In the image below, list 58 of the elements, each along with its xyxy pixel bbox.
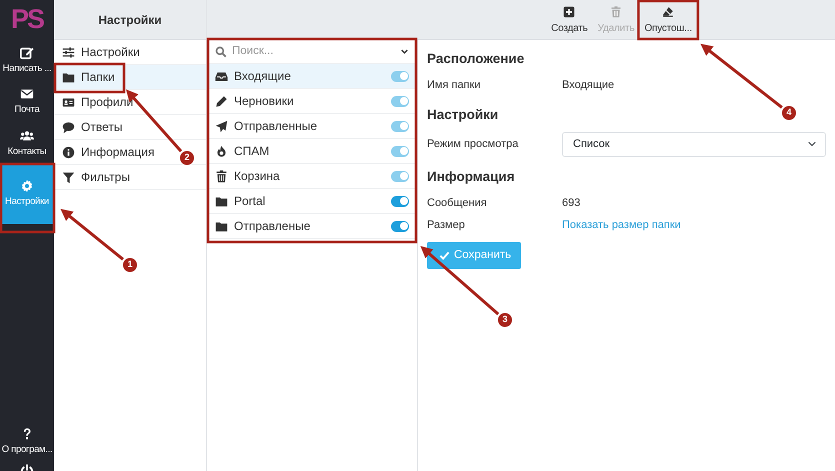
folder-name: Черновики [234,93,294,110]
panel-title: Настройки [54,0,206,40]
info-icon [62,146,75,158]
settings-icon [20,178,34,193]
folder-icon [62,70,75,84]
eraser-icon [662,6,674,18]
field-value: 693 [562,196,580,210]
filter-icon [62,170,75,184]
trash-icon [215,170,228,182]
users-icon [20,128,34,142]
step-number: 1 [122,257,138,273]
toolbar-button[interactable]: Создать [549,6,590,36]
inbox-icon [215,70,228,82]
highlight-frame [637,0,700,40]
field-label: Режим просмотра [427,136,520,152]
sidebar-item[interactable]: Написать ... [0,40,54,82]
folder-icon [215,194,228,208]
field-label: Сообщения [427,196,488,210]
caret-icon[interactable] [400,47,409,56]
highlight-frame [54,62,126,94]
paper-plane-icon [215,120,228,132]
folder-name: Отправленные [234,118,318,135]
check-icon [439,250,450,261]
id-card-icon [62,96,75,108]
sidebar-item[interactable]: О програм... [0,420,54,462]
folder-name: Входящие [234,68,291,85]
plus-icon [563,6,576,18]
folder-name: Корзина [234,168,280,185]
folder-icon [215,220,228,232]
field-value: Входящие [562,78,614,93]
folder-name: Portal [234,193,266,210]
view-mode-select[interactable]: Список [562,132,826,156]
sidebar-item[interactable]: Контакты [0,122,54,164]
pencil-icon [215,94,228,108]
speech-bubble-icon [62,120,75,134]
settings-menu-item[interactable]: Папки [54,65,206,90]
envelope-icon [20,87,34,102]
flame-icon [215,144,228,158]
toggle-switch[interactable] [391,220,409,232]
section-heading: Информация [427,168,515,186]
sidebar-item[interactable]: Почта [0,81,54,122]
compose-icon [20,46,34,60]
app-logo: PS [10,3,45,36]
annotation-arrow [60,208,124,261]
section-heading: Настройки [427,106,498,124]
highlight-frame [0,162,56,234]
field-label: Имя папки [427,78,482,93]
toolbar-button[interactable]: Опустош... [642,6,694,36]
step-number: 3 [497,312,513,328]
folder-name: Отправленые [234,218,310,235]
search-icon [215,46,227,58]
trash-icon [610,6,622,18]
toggle-switch[interactable] [391,196,409,206]
sliders-icon [62,46,75,58]
field-label: Размер [427,218,466,232]
step-number: 4 [781,105,797,121]
folder-name: СПАМ [234,143,270,160]
section-heading: Расположение [427,50,524,68]
